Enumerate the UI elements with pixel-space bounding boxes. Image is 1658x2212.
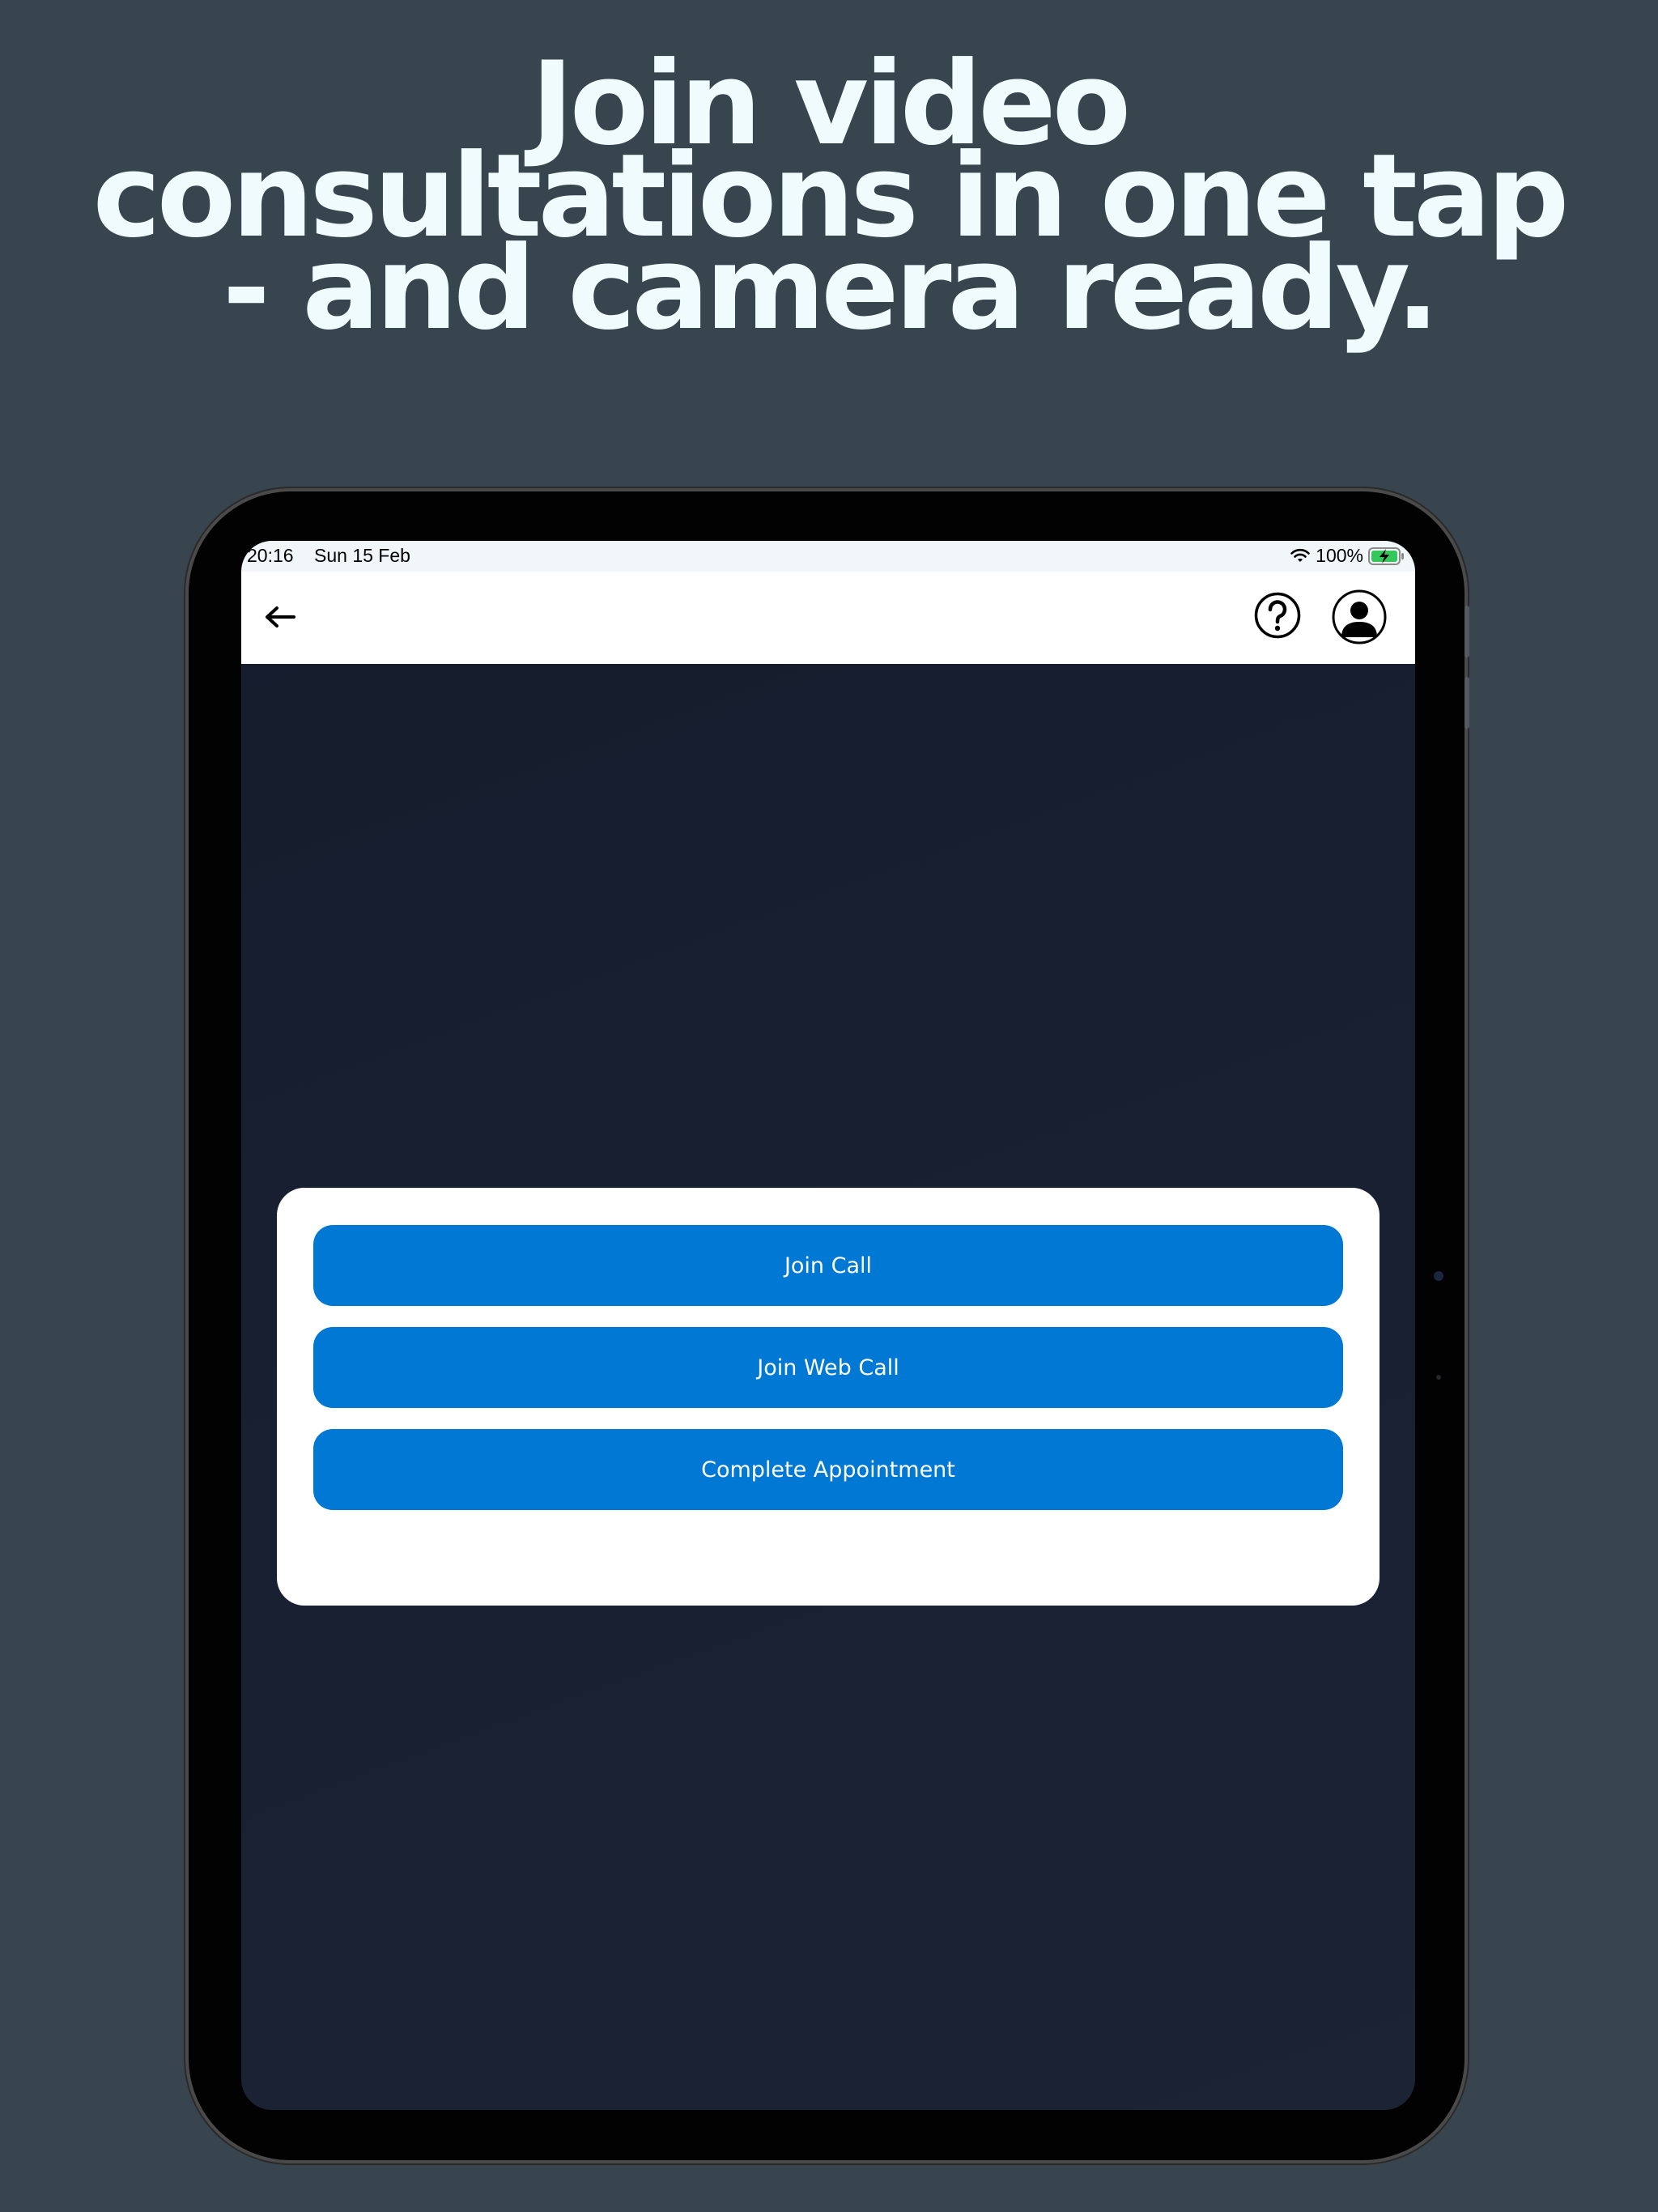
complete-appointment-button[interactable]: Complete Appointment (313, 1429, 1343, 1510)
user-circle-icon (1331, 589, 1388, 649)
wifi-icon (1290, 548, 1311, 564)
call-actions-card: Join Call Join Web Call Complete Appoint… (277, 1188, 1380, 1606)
volume-up-button (1465, 606, 1469, 657)
app-screen: 20:16 Sun 15 Feb 100% Join Call Join Web… (241, 541, 1415, 2110)
headline-line-3: - and camera ready. (222, 222, 1439, 355)
status-date: Sun 15 Feb (314, 545, 410, 566)
join-call-button[interactable]: Join Call (313, 1225, 1343, 1306)
navigation-bar (241, 572, 1415, 664)
marketing-headline: Join video consultations in one tap - an… (0, 47, 1658, 355)
back-button[interactable] (257, 596, 303, 641)
join-web-call-button[interactable]: Join Web Call (313, 1327, 1343, 1408)
battery-charging-icon (1368, 547, 1405, 566)
volume-down-button (1465, 677, 1469, 729)
profile-button[interactable] (1331, 589, 1388, 645)
camera-icon (1434, 1271, 1443, 1281)
status-bar: 20:16 Sun 15 Feb 100% (241, 541, 1415, 572)
question-circle-icon (1253, 592, 1302, 643)
battery-percent: 100% (1316, 545, 1363, 566)
status-indicators: 100% (1290, 545, 1405, 567)
status-time: 20:16 (247, 545, 294, 566)
arrow-left-icon (264, 605, 296, 633)
sensor-dot (1436, 1375, 1441, 1380)
help-button[interactable] (1253, 591, 1302, 640)
